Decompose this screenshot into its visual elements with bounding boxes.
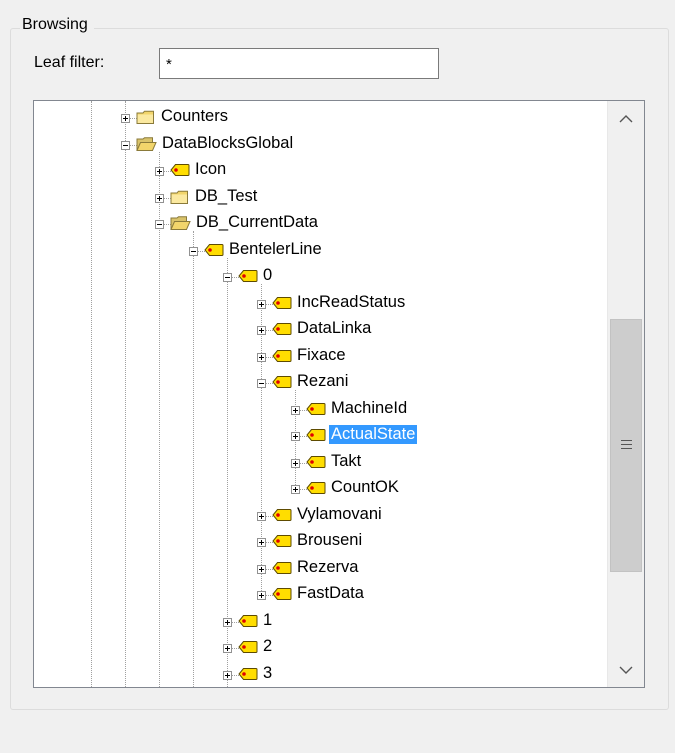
tree-node-label: Brouseni	[297, 531, 363, 549]
tree-node[interactable]: DataBlocksGlobal	[34, 132, 604, 154]
tree-node-label: 0	[263, 266, 273, 284]
tree-node-label: 3	[263, 663, 273, 682]
tag-icon	[170, 163, 190, 182]
expand-icon[interactable]	[257, 299, 266, 309]
tree-node[interactable]: Rezani	[34, 370, 604, 392]
expand-icon[interactable]	[257, 352, 266, 362]
scroll-down-button[interactable]	[608, 653, 644, 687]
chevron-up-icon	[619, 114, 633, 122]
tag-icon	[306, 402, 326, 421]
tree-node[interactable]: DB_CurrentData	[34, 211, 604, 233]
tree-node-label: 1	[263, 610, 273, 629]
tree-node[interactable]: ActualState	[34, 423, 604, 445]
leaf-filter-input[interactable]	[159, 48, 439, 79]
browsing-group-title: Browsing	[20, 16, 94, 34]
scroll-up-button[interactable]	[608, 101, 644, 135]
tree-node-label: ActualState	[329, 425, 418, 444]
tree-node-label: DB_CurrentData	[196, 213, 318, 231]
tag-icon	[272, 561, 292, 580]
tree-node[interactable]: Counters	[34, 105, 604, 127]
tree-node-label: 2	[263, 637, 273, 655]
leaf-filter-label: Leaf filter:	[34, 54, 105, 71]
tree-node-label: DataBlocksGlobal	[162, 133, 294, 152]
tree-node-label: CountOK	[331, 478, 399, 496]
tree-node[interactable]: Vylamovani	[34, 503, 604, 525]
tag-icon	[272, 349, 292, 368]
scroll-thumb[interactable]	[610, 319, 642, 572]
tree-node[interactable]: DataLinka	[34, 317, 604, 339]
tag-icon	[238, 667, 258, 686]
tag-icon	[238, 269, 258, 288]
tree-node-label: Counters	[161, 107, 228, 125]
folder-open-icon	[170, 216, 191, 236]
tag-icon	[238, 640, 258, 659]
expand-icon[interactable]	[223, 617, 232, 627]
tree-node-label: Fixace	[297, 345, 346, 364]
tree-node[interactable]: 3	[34, 662, 604, 684]
expand-icon[interactable]	[257, 564, 266, 574]
tag-icon	[272, 534, 292, 553]
tree-node-label: Rezerva	[297, 557, 359, 576]
tree-node-label: IncReadStatus	[297, 292, 406, 311]
tree-node-label: Rezani	[297, 372, 349, 390]
tag-icon	[204, 243, 224, 262]
tag-tree-view[interactable]: Counters DataBlocksGlobal Icon DB_Test DB_Cu…	[33, 100, 645, 688]
tree-node[interactable]: Fixace	[34, 344, 604, 366]
tree-node[interactable]: Takt	[34, 450, 604, 472]
tree-node[interactable]: CountOK	[34, 476, 604, 498]
tree-node[interactable]: 0	[34, 264, 604, 286]
expand-icon[interactable]	[291, 458, 300, 468]
collapse-icon[interactable]	[155, 220, 164, 229]
vertical-scrollbar[interactable]	[607, 101, 644, 687]
tree-node-label: DB_Test	[195, 186, 258, 205]
tree-content: Counters DataBlocksGlobal Icon DB_Test DB_Cu…	[34, 101, 606, 687]
expand-icon[interactable]	[223, 670, 232, 680]
expand-icon[interactable]	[291, 405, 300, 415]
tag-icon	[272, 587, 292, 606]
folder-icon	[136, 110, 155, 130]
tree-node[interactable]: BentelerLine	[34, 238, 604, 260]
tag-icon	[272, 375, 292, 394]
collapse-icon[interactable]	[189, 246, 198, 256]
chevron-down-icon	[619, 666, 633, 674]
expand-icon[interactable]	[257, 591, 266, 600]
expand-icon[interactable]	[257, 538, 266, 547]
tag-icon	[272, 296, 292, 315]
tree-node-label: DataLinka	[297, 319, 372, 337]
expand-icon[interactable]	[121, 114, 130, 123]
tree-node-label: Icon	[195, 160, 227, 178]
collapse-icon[interactable]	[257, 379, 266, 388]
tree-node[interactable]: Brouseni	[34, 529, 604, 551]
expand-icon[interactable]	[291, 485, 300, 494]
collapse-icon[interactable]	[121, 140, 130, 150]
tag-icon	[306, 481, 326, 500]
tag-icon	[306, 428, 326, 447]
expand-icon[interactable]	[257, 326, 266, 335]
expand-icon[interactable]	[155, 167, 164, 176]
tree-node-label: Vylamovani	[297, 504, 382, 523]
expand-icon[interactable]	[155, 193, 164, 203]
folder-icon	[170, 190, 189, 210]
tree-node[interactable]: IncReadStatus	[34, 291, 604, 313]
tree-node-label: FastData	[297, 584, 364, 602]
tree-node[interactable]: MachineId	[34, 397, 604, 419]
folder-open-icon	[136, 136, 157, 157]
tree-node[interactable]: Rezerva	[34, 556, 604, 578]
tree-node[interactable]: DB_Test	[34, 185, 604, 207]
tree-node[interactable]: 1	[34, 609, 604, 631]
tree-node[interactable]: 2	[34, 635, 604, 657]
expand-icon[interactable]	[223, 644, 232, 653]
tree-node-label: MachineId	[331, 398, 408, 417]
tag-icon	[272, 322, 292, 341]
tree-node[interactable]: Icon	[34, 158, 604, 180]
tree-node[interactable]: FastData	[34, 582, 604, 604]
expand-icon[interactable]	[257, 511, 266, 521]
tag-icon	[272, 508, 292, 527]
collapse-icon[interactable]	[223, 273, 232, 282]
tag-icon	[238, 614, 258, 633]
tree-node-label: Takt	[331, 451, 362, 470]
tree-node-label: BentelerLine	[229, 239, 322, 258]
expand-icon[interactable]	[291, 432, 300, 441]
tag-icon	[306, 455, 326, 474]
